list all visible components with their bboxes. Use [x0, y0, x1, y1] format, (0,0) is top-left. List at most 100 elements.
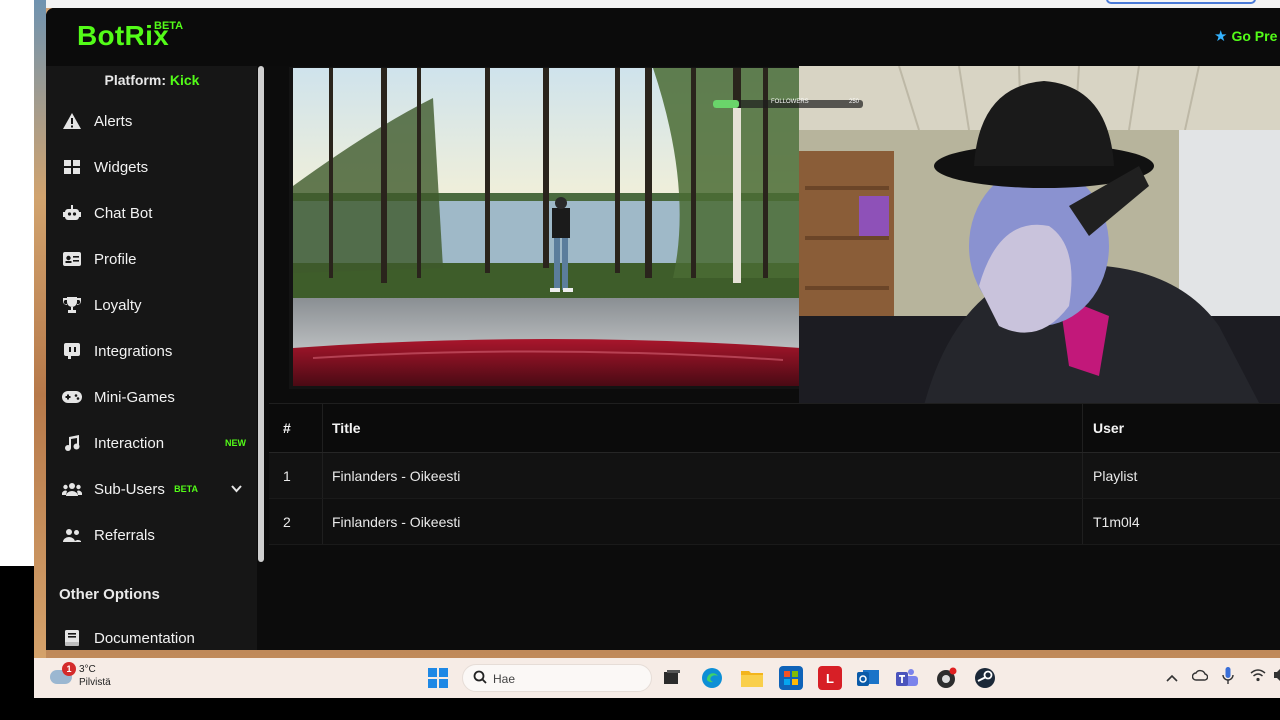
- table-header: # Title User: [269, 403, 1280, 453]
- lake-video[interactable]: [293, 68, 801, 386]
- sidebar-scrollbar-thumb[interactable]: [258, 66, 264, 562]
- sidebar-item-referrals[interactable]: Referrals: [60, 518, 250, 552]
- search-placeholder: Hae: [493, 672, 516, 686]
- id-card-icon: [61, 248, 83, 270]
- sidebar: Platform: Kick Alerts Widgets Chat Bot P…: [46, 66, 258, 650]
- gamepad-icon: [61, 386, 83, 408]
- column-header-user[interactable]: User: [1093, 404, 1273, 452]
- column-header-title[interactable]: Title: [332, 404, 1072, 452]
- column-divider: [322, 404, 323, 452]
- file-explorer-icon[interactable]: [740, 666, 764, 690]
- l-app-icon[interactable]: L: [818, 666, 842, 690]
- steam-icon[interactable]: [973, 666, 997, 690]
- browser-top-bar: [46, 0, 1280, 8]
- row-user: T1m0l4: [1093, 513, 1140, 530]
- cloud-sync-icon[interactable]: [1191, 668, 1209, 685]
- wifi-icon[interactable]: [1250, 668, 1266, 685]
- sidebar-item-label: Integrations: [94, 342, 173, 360]
- wallpaper-strip: [34, 0, 46, 658]
- table-row[interactable]: 1 Finlanders - Oikeesti Playlist: [269, 453, 1280, 499]
- sidebar-item-interaction[interactable]: Interaction NEW: [60, 426, 250, 460]
- row-number: 2: [283, 513, 291, 530]
- chevron-down-icon[interactable]: [231, 482, 242, 496]
- users-icon: [61, 478, 83, 500]
- sidebar-item-label: Mini-Games: [94, 388, 175, 406]
- sidebar-item-documentation[interactable]: Documentation: [60, 621, 250, 650]
- followers-goal-count: 250: [848, 99, 859, 105]
- sidebar-item-label: Profile: [94, 250, 137, 268]
- outlook-icon[interactable]: [856, 666, 880, 690]
- background-window: [0, 0, 34, 566]
- weather-condition: Pilvistä: [79, 677, 111, 688]
- sidebar-item-alerts[interactable]: Alerts: [60, 104, 250, 138]
- sidebar-item-label: Chat Bot: [94, 204, 153, 222]
- taskbar-search[interactable]: Hae: [462, 664, 652, 692]
- integrations-icon: [61, 340, 83, 362]
- webcam-feed: [799, 66, 1280, 422]
- followers-goal-fill: [713, 100, 739, 108]
- platform-indicator: Platform: Kick: [46, 72, 258, 88]
- search-icon: [473, 670, 487, 687]
- column-header-number[interactable]: #: [283, 404, 323, 452]
- sidebar-item-label: Widgets: [94, 158, 149, 176]
- logo-beta-badge: BETA: [154, 20, 184, 32]
- show-hidden-icons-chevron-up-icon[interactable]: [1166, 670, 1178, 685]
- widgets-icon: [61, 156, 83, 178]
- sidebar-item-chat-bot[interactable]: Chat Bot: [60, 196, 250, 230]
- weather-widget[interactable]: 1 3°C Pilvistä: [50, 662, 120, 694]
- edge-browser-icon[interactable]: [700, 666, 724, 690]
- sidebar-item-integrations[interactable]: Integrations: [60, 334, 250, 368]
- row-title: Finlanders - Oikeesti: [332, 467, 461, 484]
- sidebar-scrollbar[interactable]: [257, 66, 265, 650]
- start-icon[interactable]: [426, 666, 450, 690]
- row-user: Playlist: [1093, 467, 1138, 484]
- windows-taskbar: 1 3°C Pilvistä Hae L: [34, 658, 1280, 698]
- column-divider: [322, 453, 323, 498]
- go-premium-button[interactable]: ★ Go Pre: [1214, 27, 1277, 45]
- sidebar-item-label: Interaction: [94, 434, 165, 452]
- microphone-icon[interactable]: [1222, 667, 1234, 688]
- weather-temperature: 3°C: [79, 664, 96, 675]
- browser-address-bar[interactable]: [1106, 0, 1256, 4]
- column-divider: [1082, 499, 1083, 544]
- app-header: BotRix BETA ★ Go Pre: [46, 8, 1280, 66]
- followers-goal-overlay: FOLLOWERS 250: [713, 99, 863, 108]
- sidebar-item-loyalty[interactable]: Loyalty: [60, 288, 250, 322]
- sidebar-item-profile[interactable]: Profile: [60, 242, 250, 276]
- sidebar-item-mini-games[interactable]: Mini-Games: [60, 380, 250, 414]
- sidebar-item-label: Referrals: [94, 526, 155, 544]
- obs-icon[interactable]: [934, 666, 958, 690]
- sidebar-item-label: Alerts: [94, 112, 133, 130]
- row-number: 1: [283, 467, 291, 484]
- music-icon: [61, 432, 83, 454]
- star-icon: ★: [1214, 28, 1228, 45]
- teams-icon[interactable]: [895, 666, 919, 690]
- main-content: FOLLOWERS 250 # Title User 1 Finlanders …: [265, 66, 1280, 650]
- store-icon[interactable]: [779, 666, 803, 690]
- beta-badge: BETA: [174, 484, 198, 494]
- platform-label: Platform:: [104, 72, 166, 88]
- other-options-heading: Other Options: [59, 586, 160, 603]
- go-premium-label: Go Pre: [1231, 28, 1278, 44]
- row-title: Finlanders - Oikeesti: [332, 513, 461, 530]
- botrix-app-window: BotRix BETA ★ Go Pre Platform: Kick Alert…: [46, 8, 1280, 650]
- sidebar-item-label: Documentation: [94, 629, 195, 647]
- trophy-icon: [61, 294, 83, 316]
- volume-icon[interactable]: [1274, 668, 1280, 685]
- sidebar-item-label: Sub-Users: [94, 480, 165, 498]
- song-queue-table: # Title User 1 Finlanders - Oikeesti Pla…: [269, 403, 1280, 545]
- background-window-dark: [0, 566, 34, 720]
- sidebar-item-widgets[interactable]: Widgets: [60, 150, 250, 184]
- table-row[interactable]: 2 Finlanders - Oikeesti T1m0l4: [269, 499, 1280, 545]
- task-view-icon[interactable]: [660, 666, 684, 690]
- screen-bottom-border: [34, 698, 1280, 720]
- sidebar-item-label: Loyalty: [94, 296, 142, 314]
- followers-goal-label: FOLLOWERS: [771, 99, 809, 105]
- warning-icon: [61, 110, 83, 132]
- sidebar-item-sub-users[interactable]: Sub-Users BETA: [60, 472, 250, 506]
- robot-icon: [61, 202, 83, 224]
- book-icon: [61, 627, 83, 649]
- column-divider: [322, 499, 323, 544]
- column-divider: [1082, 453, 1083, 498]
- column-divider: [1082, 404, 1083, 452]
